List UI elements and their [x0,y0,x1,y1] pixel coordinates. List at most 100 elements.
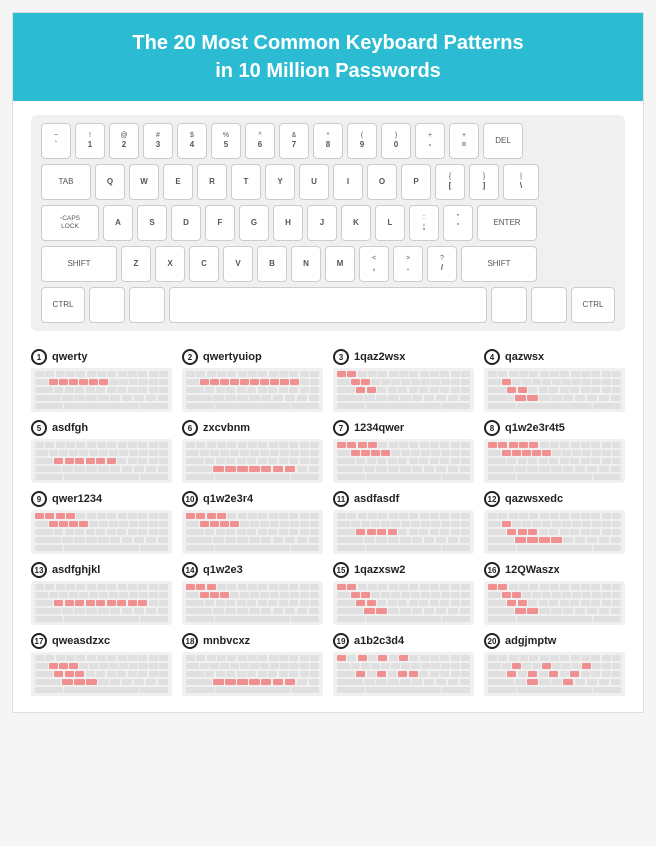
kb-row-bottom: CTRL CTRL [41,287,615,323]
pattern-6: 6 zxcvbnm [182,420,323,483]
header: The 20 Most Common Keyboard Patterns in … [13,13,643,101]
key-b: B [257,246,287,282]
pattern-12-name: qazwsxedc [505,493,563,505]
key-del: DEL [483,123,523,159]
pattern-11-label: 11 asdfasdf [333,491,474,507]
key-u: U [299,164,329,200]
pattern-17-name: qweasdzxc [52,635,110,647]
pattern-15-name: 1qazxsw2 [354,564,405,576]
pattern-11-keyboard [333,510,474,554]
pattern-19-name: a1b2c3d4 [354,635,404,647]
pattern-17-label: 17 qweasdzxc [31,633,172,649]
key-t: T [231,164,261,200]
key-9: (9 [347,123,377,159]
pattern-16-label: 16 12QWaszx [484,562,625,578]
key-1: !1 [75,123,105,159]
pattern-18: 18 mnbvcxz [182,633,323,696]
pattern-5-label: 5 asdfgh [31,420,172,436]
pattern-20-label: 20 adgjmptw [484,633,625,649]
key-m: M [325,246,355,282]
pattern-7-name: 1234qwer [354,422,404,434]
pattern-4-label: 4 qazwsx [484,349,625,365]
key-r: R [197,164,227,200]
pattern-9-keyboard [31,510,172,554]
pattern-2-name: qwertyuiop [203,351,262,363]
key-g: G [239,205,269,241]
pattern-7-keyboard [333,439,474,483]
pattern-4-name: qazwsx [505,351,544,363]
pattern-5: 5 asdfgh [31,420,172,483]
pattern-13-num: 13 [31,562,47,578]
pattern-2-label: 2 qwertyuiop [182,349,323,365]
pattern-8-keyboard [484,439,625,483]
pattern-10-name: q1w2e3r4 [203,493,253,505]
key-quote: "' [443,205,473,241]
pattern-16-name: 12QWaszx [505,564,560,576]
pattern-10: 10 q1w2e3r4 [182,491,323,554]
pattern-19-label: 19 a1b2c3d4 [333,633,474,649]
key-space [169,287,487,323]
key-2: @2 [109,123,139,159]
key-fn1 [89,287,125,323]
pattern-10-num: 10 [182,491,198,507]
keyboard: ~` !1 @2 #3 $4 %5 ^6 &7 *8 (9 )0 +- += D… [31,115,625,331]
key-j: J [307,205,337,241]
key-d: D [171,205,201,241]
pattern-14: 14 q1w2e3 [182,562,323,625]
pattern-19: 19 a1b2c3d4 [333,633,474,696]
key-backtick: ~` [41,123,71,159]
key-capslock: ◦CAPSLOCK [41,205,99,241]
pattern-9-name: qwer1234 [52,493,102,505]
key-x: X [155,246,185,282]
pattern-18-num: 18 [182,633,198,649]
pattern-3-num: 3 [333,349,349,365]
key-shift-right: SHIFT [461,246,537,282]
key-fn2 [129,287,165,323]
pattern-7-label: 7 1234qwer [333,420,474,436]
pattern-2-keyboard [182,368,323,412]
key-l: L [375,205,405,241]
key-a: A [103,205,133,241]
key-shift-left: SHIFT [41,246,117,282]
key-enter: ENTER [477,205,537,241]
pattern-10-keyboard [182,510,323,554]
key-fn3 [491,287,527,323]
key-v: V [223,246,253,282]
key-equals: += [449,123,479,159]
pattern-11-num: 11 [333,491,349,507]
pattern-13: 13 asdfghjkl [31,562,172,625]
pattern-19-num: 19 [333,633,349,649]
key-k: K [341,205,371,241]
header-title: The 20 Most Common Keyboard Patterns [132,32,523,54]
pattern-12-label: 12 qazwsxedc [484,491,625,507]
pattern-1-num: 1 [31,349,47,365]
pattern-17: 17 qweasdzxc [31,633,172,696]
pattern-17-num: 17 [31,633,47,649]
key-q: Q [95,164,125,200]
key-n: N [291,246,321,282]
pattern-13-label: 13 asdfghjkl [31,562,172,578]
kb-row-zxcv: SHIFT Z X C V B N M <, >. ?/ SHIFT [41,246,615,282]
pattern-1-name: qwerty [52,351,87,363]
pattern-15-label: 15 1qazxsw2 [333,562,474,578]
pattern-16-keyboard [484,581,625,625]
pattern-18-keyboard [182,652,323,696]
pattern-20-keyboard [484,652,625,696]
key-8: *8 [313,123,343,159]
pattern-8: 8 q1w2e3r4t5 [484,420,625,483]
pattern-6-name: zxcvbnm [203,422,250,434]
pattern-14-label: 14 q1w2e3 [182,562,323,578]
key-ctrl-right: CTRL [571,287,615,323]
key-s: S [137,205,167,241]
pattern-19-keyboard [333,652,474,696]
key-6: ^6 [245,123,275,159]
key-0: )0 [381,123,411,159]
key-ctrl-left: CTRL [41,287,85,323]
key-fn4 [531,287,567,323]
pattern-12-num: 12 [484,491,500,507]
kb-row-asdf: ◦CAPSLOCK A S D F G H J K L :; "' ENTER [41,205,615,241]
pattern-11-name: asdfasdf [354,493,399,505]
pattern-14-num: 14 [182,562,198,578]
key-c: C [189,246,219,282]
key-y: Y [265,164,295,200]
